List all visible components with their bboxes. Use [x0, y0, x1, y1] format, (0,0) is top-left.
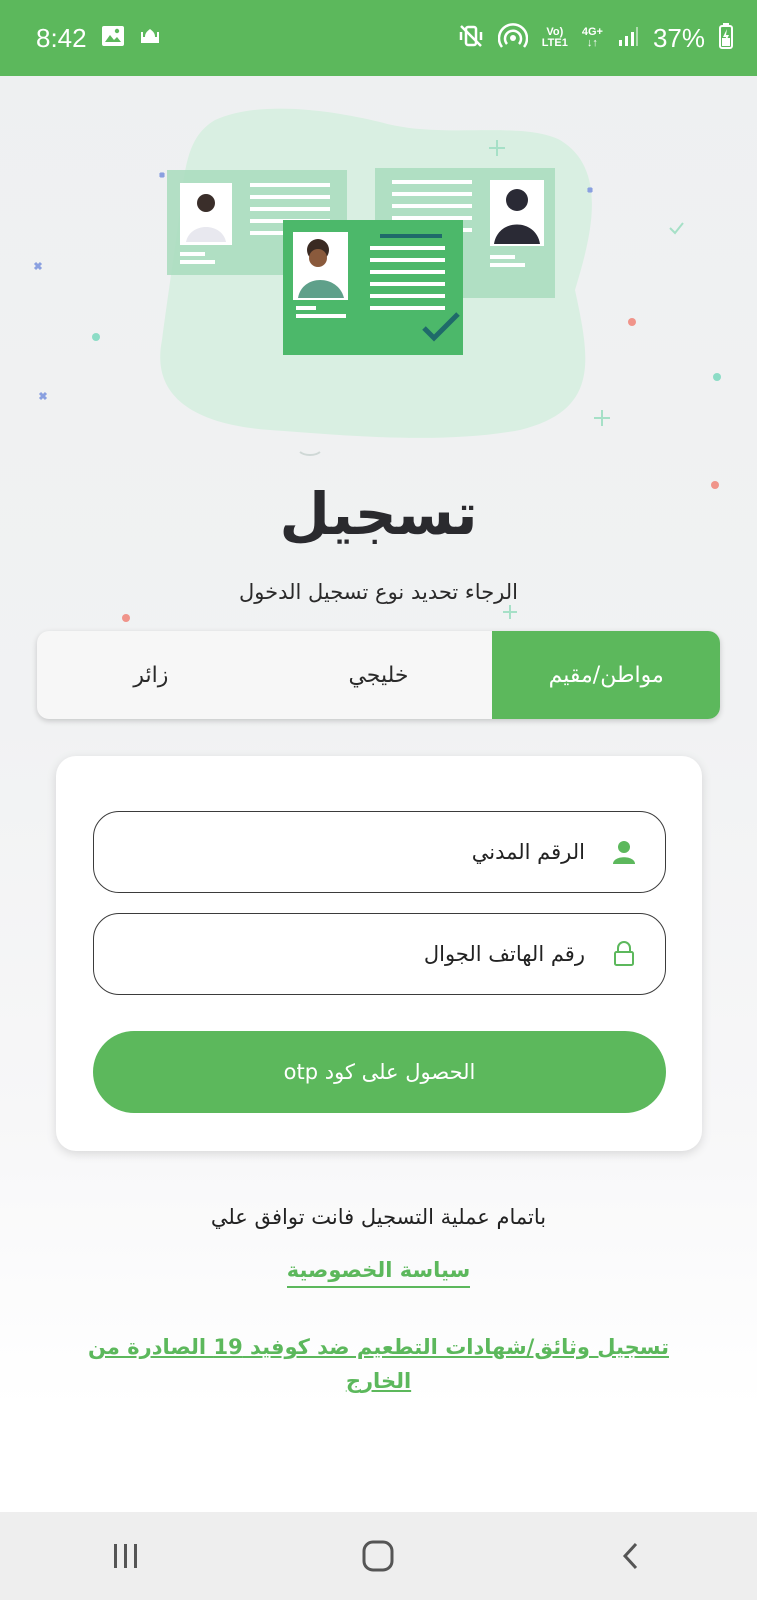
signal-icon — [617, 25, 639, 52]
privacy-policy-link[interactable]: سياسة الخصوصية — [286, 1258, 471, 1288]
lock-icon — [609, 939, 639, 969]
status-time: 8:42 — [36, 22, 87, 53]
hotspot-icon — [497, 22, 529, 54]
decor-dot — [122, 614, 130, 622]
privacy-policy-link-wrapper: سياسة الخصوصية — [0, 1258, 757, 1288]
battery-charging-icon — [719, 22, 733, 54]
vibrate-mute-icon — [458, 23, 484, 54]
registration-form-card: الحصول على كود otp — [56, 756, 702, 1151]
status-bar: 8:42 Vo) LTE1 4G+ ↓↑ 37% — [0, 0, 757, 76]
decor-plus — [503, 605, 517, 619]
page-title: تسجيل — [279, 480, 478, 548]
tab-gulf[interactable]: خليجي — [265, 631, 493, 719]
vaccine-certificate-link[interactable]: تسجيل وثائق/شهادات التطعيم ضد كوفيد 19 ا… — [60, 1330, 697, 1398]
tab-visitor[interactable]: زائر — [37, 631, 265, 719]
page-subtitle: الرجاء تحديد نوع تسجيل الدخول — [238, 580, 518, 604]
civil-id-input[interactable] — [114, 840, 585, 864]
registration-illustration — [33, 108, 721, 489]
recent-apps-icon[interactable] — [96, 1526, 156, 1586]
battery-percent: 37% — [652, 22, 705, 53]
login-type-tabs: مواطن/مقيم خليجي زائر — [37, 631, 720, 719]
system-nav-bar — [0, 1512, 757, 1600]
back-icon[interactable] — [601, 1526, 661, 1586]
mosque-icon — [139, 26, 161, 50]
terms-agreement-text: باتمام عملية التسجيل فانت توافق علي — [210, 1205, 547, 1229]
home-icon[interactable] — [348, 1526, 408, 1586]
network-volte-label: Vo) LTE1 — [541, 26, 568, 49]
network-4g-label: 4G+ ↓↑ — [581, 26, 603, 49]
phone-field[interactable] — [93, 913, 666, 995]
get-otp-button[interactable]: الحصول على كود otp — [93, 1031, 666, 1113]
user-icon — [609, 837, 639, 867]
tab-citizen-resident[interactable]: مواطن/مقيم — [492, 631, 720, 719]
phone-input[interactable] — [114, 942, 585, 966]
civil-id-field[interactable] — [93, 811, 666, 893]
gallery-icon — [101, 25, 125, 51]
